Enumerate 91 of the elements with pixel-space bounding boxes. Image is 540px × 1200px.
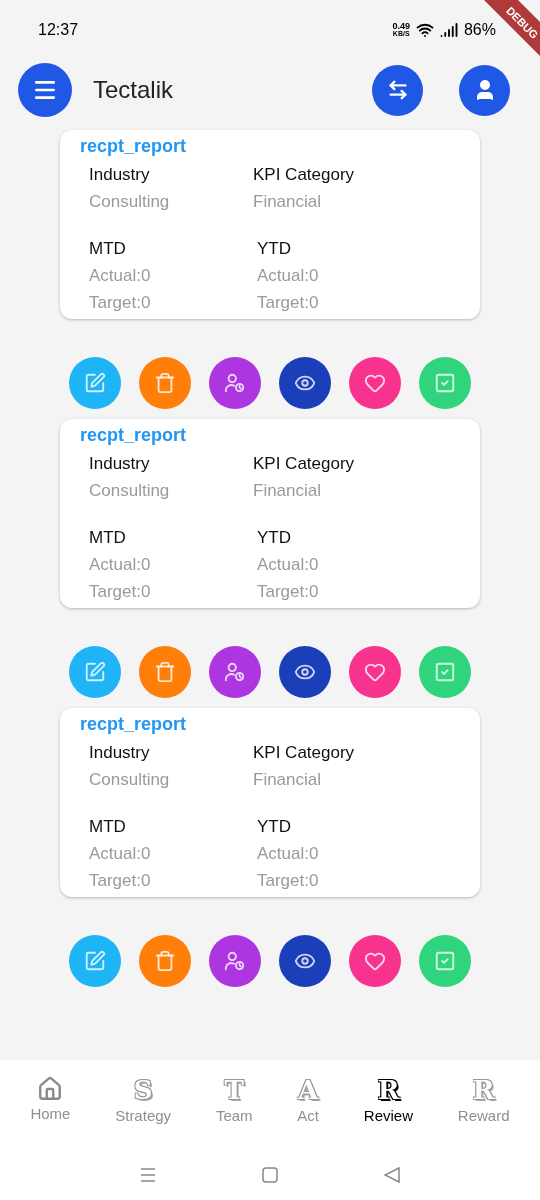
letter-icon: T <box>224 1076 244 1104</box>
field-value: Consulting <box>89 480 171 502</box>
approve-button[interactable] <box>419 646 471 698</box>
delete-button[interactable] <box>139 935 191 987</box>
letter-icon: S <box>133 1076 153 1104</box>
checkbox-icon <box>434 372 456 394</box>
favorite-button[interactable] <box>349 646 401 698</box>
field-value: Financial <box>253 769 323 791</box>
pencil-square-icon <box>84 372 106 394</box>
pencil-square-icon <box>84 950 106 972</box>
field-value: Actual:0 <box>257 843 320 865</box>
field-label: YTD <box>257 527 292 549</box>
trash-icon <box>154 950 176 972</box>
person-clock-icon <box>224 661 246 683</box>
field-value: Consulting <box>89 769 171 791</box>
nav-tab[interactable]: R Reward <box>457 1076 510 1150</box>
field-value: Actual:0 <box>257 265 320 287</box>
nav-tab[interactable]: R Review <box>363 1076 414 1150</box>
home-icon <box>37 1076 64 1102</box>
status-time: 12:37 <box>38 20 79 40</box>
delete-button[interactable] <box>139 357 191 409</box>
wifi-icon <box>415 21 434 39</box>
pencil-square-icon <box>84 661 106 683</box>
field-label: Industry <box>89 164 151 186</box>
field-label: YTD <box>257 238 292 260</box>
heart-icon <box>364 372 386 394</box>
trash-icon <box>154 372 176 394</box>
field-value: Actual:0 <box>89 554 152 576</box>
view-button[interactable] <box>279 646 331 698</box>
field-value: Target:0 <box>89 292 152 314</box>
field-value: Actual:0 <box>257 554 320 576</box>
heart-icon <box>364 661 386 683</box>
field-label: YTD <box>257 816 292 838</box>
checkbox-icon <box>434 950 456 972</box>
view-button[interactable] <box>279 935 331 987</box>
letter-icon: R <box>377 1076 400 1104</box>
app-title: Tectalik <box>93 75 174 105</box>
battery-level: 86% <box>463 20 496 40</box>
field-value: Target:0 <box>257 581 320 603</box>
checkbox-icon <box>434 661 456 683</box>
edit-button[interactable] <box>69 646 121 698</box>
field-value: Actual:0 <box>89 265 152 287</box>
assign-button[interactable] <box>209 357 261 409</box>
edit-button[interactable] <box>69 935 121 987</box>
signal-icon <box>439 21 458 39</box>
card-title: recpt_report <box>80 424 188 447</box>
field-label: MTD <box>89 238 127 260</box>
field-value: Financial <box>253 191 323 213</box>
letter-icon: A <box>298 1076 319 1104</box>
edit-button[interactable] <box>69 357 121 409</box>
recents-icon <box>140 1168 156 1182</box>
field-value: Consulting <box>89 191 171 213</box>
favorite-button[interactable] <box>349 935 401 987</box>
assign-button[interactable] <box>209 646 261 698</box>
switch-button[interactable] <box>372 64 423 116</box>
network-speed: 0.49 <box>392 22 410 30</box>
field-label: KPI Category <box>253 164 356 186</box>
home-square-icon <box>262 1167 278 1183</box>
profile-button[interactable] <box>459 64 510 116</box>
trash-icon <box>154 661 176 683</box>
field-label: MTD <box>89 527 127 549</box>
delete-button[interactable] <box>139 646 191 698</box>
person-clock-icon <box>224 372 246 394</box>
nav-tab[interactable]: Home <box>30 1076 71 1150</box>
field-value: Target:0 <box>89 870 152 892</box>
favorite-button[interactable] <box>349 357 401 409</box>
field-value: Target:0 <box>257 292 320 314</box>
card-title: recpt_report <box>80 135 188 158</box>
nav-tab[interactable]: S Strategy <box>115 1076 172 1150</box>
field-label: MTD <box>89 816 127 838</box>
approve-button[interactable] <box>419 357 471 409</box>
field-value: Target:0 <box>89 581 152 603</box>
field-label: Industry <box>89 453 151 475</box>
field-value: Financial <box>253 480 323 502</box>
letter-icon: R <box>472 1076 495 1104</box>
field-value: Actual:0 <box>89 843 152 865</box>
back-icon <box>384 1167 400 1183</box>
swap-icon <box>386 79 409 101</box>
approve-button[interactable] <box>419 935 471 987</box>
view-button[interactable] <box>279 357 331 409</box>
nav-tab[interactable]: A Act <box>297 1076 320 1150</box>
card-title: recpt_report <box>80 713 188 736</box>
heart-icon <box>364 950 386 972</box>
field-label: Industry <box>89 742 151 764</box>
field-value: Target:0 <box>257 870 320 892</box>
field-label: KPI Category <box>253 453 356 475</box>
assign-button[interactable] <box>209 935 261 987</box>
menu-button[interactable] <box>18 63 72 117</box>
nav-tab[interactable]: T Team <box>215 1076 253 1150</box>
field-label: KPI Category <box>253 742 356 764</box>
person-clock-icon <box>224 950 246 972</box>
